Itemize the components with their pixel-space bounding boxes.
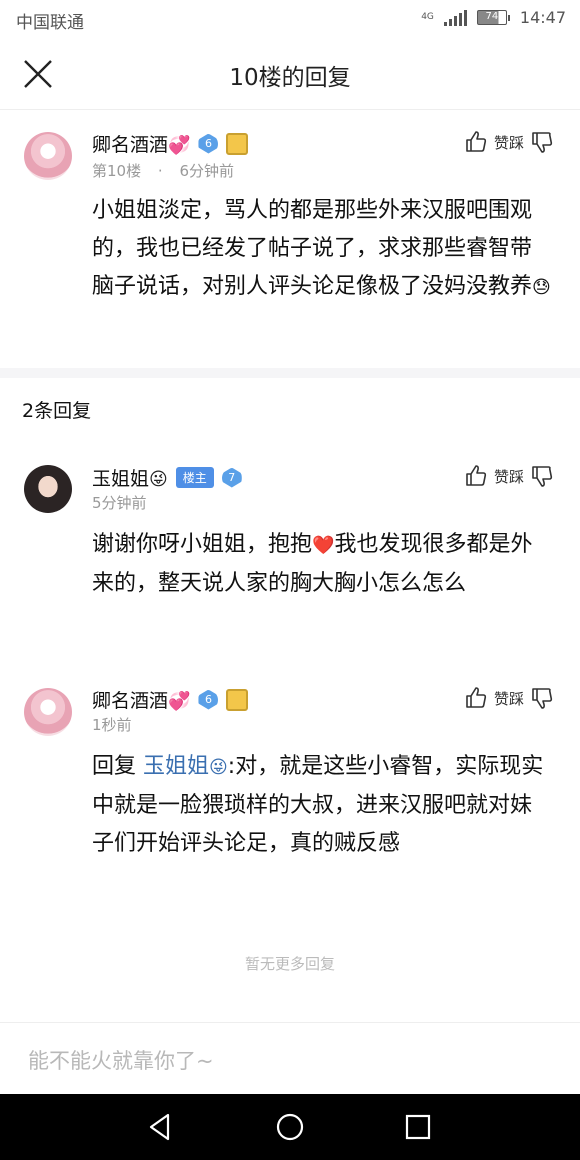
reply-content: 谢谢你呀小姐姐，抱抱❤️我也发现很多都是外来的，整天说人家的胸大胸小怎么怎么	[92, 526, 552, 603]
section-divider	[0, 368, 580, 378]
reply-prefix: 回复	[92, 754, 137, 779]
mention-name: 玉姐姐	[143, 754, 210, 779]
wink-emoji-icon: 😜	[209, 757, 228, 778]
reply-time: 1秒前	[92, 716, 132, 734]
carrier-label: 中国联通	[16, 13, 84, 33]
username: 玉姐姐	[92, 468, 150, 490]
recent-apps-icon[interactable]	[401, 1110, 435, 1144]
mention-link[interactable]: 玉姐姐😜	[143, 754, 228, 779]
post-content: 小姐姐淡定，骂人的都是那些外来汉服吧围观的，我也已经发了帖子说了，求求那些睿智带…	[92, 192, 552, 307]
status-indicators: 4G 74 14:47	[421, 8, 566, 27]
reply-input-bar[interactable]: 能不能火就靠你了~	[0, 1022, 580, 1094]
level-badge: 7	[221, 467, 242, 488]
medal-icon	[226, 688, 249, 711]
signal-icon	[443, 9, 467, 26]
system-nav-bar	[0, 1094, 580, 1160]
avatar[interactable]	[24, 688, 72, 736]
level-badge: 6	[198, 689, 219, 710]
thumb-down-icon[interactable]	[530, 464, 554, 488]
reply-input-placeholder[interactable]: 能不能火就靠你了~	[28, 1045, 214, 1075]
red-heart-emoji-icon: ❤️	[312, 535, 335, 556]
username-group[interactable]: 玉姐姐😜	[92, 464, 168, 491]
post-time: 6分钟前	[179, 162, 234, 180]
thumb-down-icon[interactable]	[530, 686, 554, 710]
thumb-down-icon[interactable]	[530, 130, 554, 154]
user-line: 卿名酒酒💞 6	[92, 130, 249, 157]
author-badge: 楼主	[175, 467, 214, 488]
avatar[interactable]	[24, 465, 72, 513]
clock: 14:47	[519, 8, 566, 27]
meta-separator: ·	[157, 162, 163, 180]
floor-label: 第10楼	[92, 162, 142, 180]
user-line: 卿名酒酒💞 6	[92, 686, 249, 713]
reply-text-part1: 谢谢你呀小姐姐，抱抱	[92, 532, 313, 557]
reply-time: 5分钟前	[92, 494, 147, 512]
status-bar: 中国联通 4G 74 14:47	[0, 0, 580, 38]
level-badge: 6	[198, 133, 219, 154]
vote-controls: 赞踩	[464, 130, 554, 154]
sweat-emoji-icon: 😓	[532, 277, 551, 298]
no-more-replies: 暂无更多回复	[244, 955, 335, 973]
battery-level: 74	[476, 10, 507, 25]
vote-label: 赞踩	[493, 467, 524, 486]
reply-content: 回复 玉姐姐😜:对，就是这些小睿智，实际现实中就是一脸猥琐样的大叔，进来汉服吧就…	[92, 748, 552, 863]
wink-emoji-icon: 😜	[149, 469, 168, 490]
vote-controls: 赞踩	[464, 464, 554, 488]
vote-label: 赞踩	[493, 133, 524, 152]
thumb-up-icon[interactable]	[464, 464, 488, 488]
username-group[interactable]: 卿名酒酒💞	[92, 686, 190, 713]
vote-label: 赞踩	[493, 689, 524, 708]
post-meta: 第10楼 · 6分钟前	[92, 160, 234, 181]
vote-controls: 赞踩	[464, 686, 554, 710]
battery-icon: 74	[476, 10, 510, 25]
thumb-up-icon[interactable]	[464, 130, 488, 154]
heart-emoji-icon: 💞	[168, 135, 191, 156]
user-line: 玉姐姐😜 楼主 7	[92, 464, 242, 491]
page-header: 10楼的回复	[0, 38, 580, 110]
username-group[interactable]: 卿名酒酒💞	[92, 130, 190, 157]
page-title: 10楼的回复	[229, 65, 351, 91]
username: 卿名酒酒	[92, 134, 169, 156]
medal-icon	[226, 132, 249, 155]
post-content-text: 小姐姐淡定，骂人的都是那些外来汉服吧围观的，我也已经发了帖子说了，求求那些睿智带…	[92, 198, 533, 299]
username: 卿名酒酒	[92, 690, 169, 712]
heart-emoji-icon: 💞	[168, 691, 191, 712]
thumb-up-icon[interactable]	[464, 686, 488, 710]
avatar[interactable]	[24, 132, 72, 180]
home-icon[interactable]	[273, 1110, 307, 1144]
back-icon[interactable]	[143, 1110, 177, 1144]
reply-count: 2条回复	[22, 400, 92, 422]
network-type: 4G	[421, 12, 434, 22]
